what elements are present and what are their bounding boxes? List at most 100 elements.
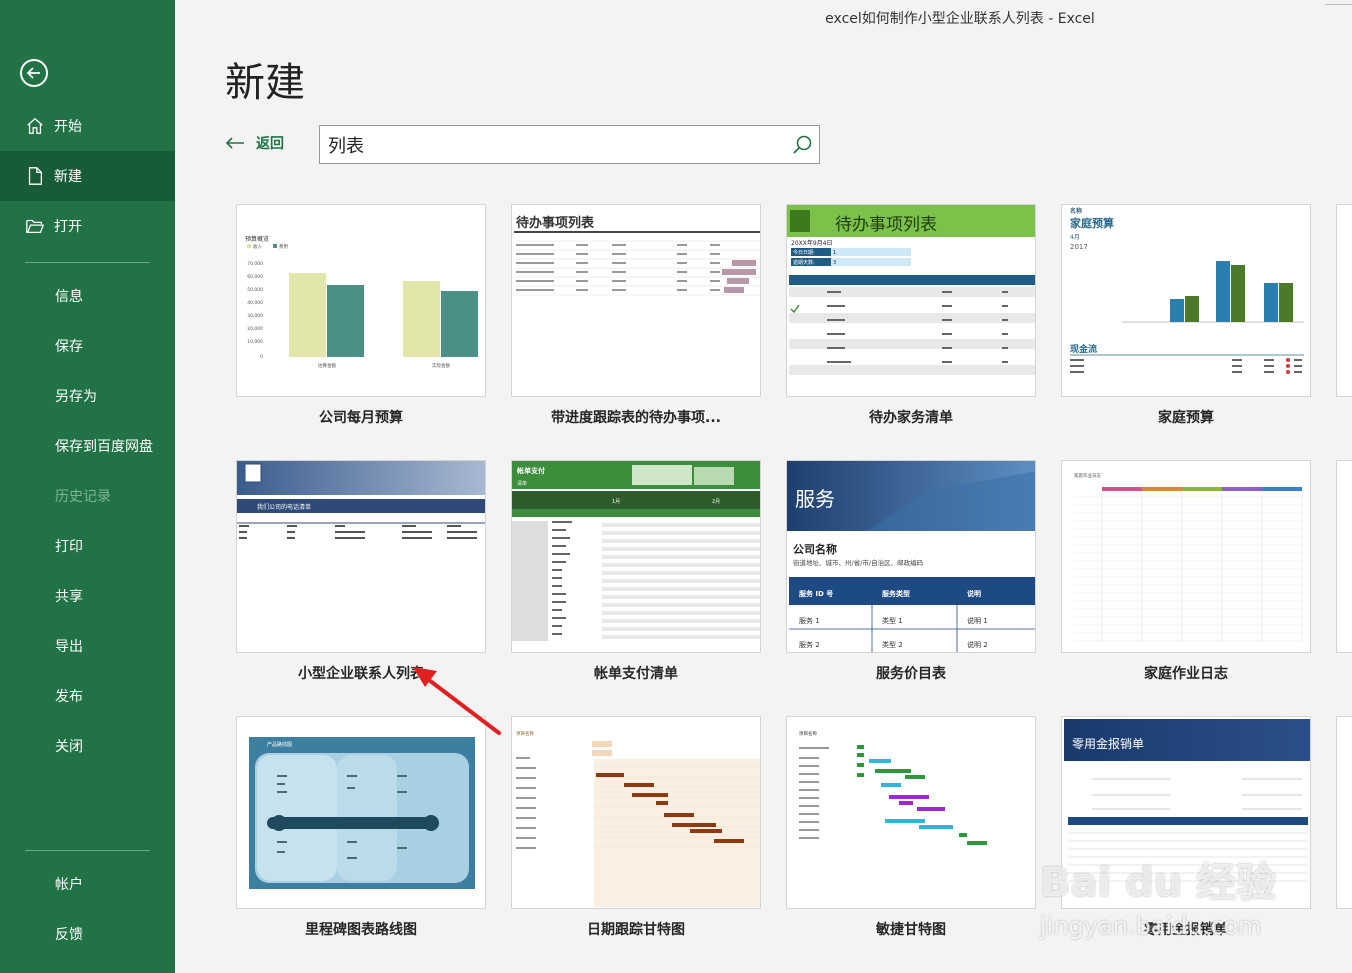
thumb-title: 待办事项列表 bbox=[515, 215, 595, 231]
nav-history: 历史记录 bbox=[0, 471, 175, 521]
nav-new[interactable]: 新建 bbox=[0, 151, 175, 201]
template-tile[interactable]: 待办事项列表 20XX年9月4日 今日日期: 逾期天数: 1 3 待办家务清单 bbox=[786, 204, 1036, 427]
nav-save-as[interactable]: 另存为 bbox=[0, 371, 175, 421]
template-name: 帐单支付清单 bbox=[594, 666, 678, 682]
template-tile[interactable]: 帐单支付 清单 1月 2月 帐单支付清单 bbox=[511, 460, 761, 683]
template-name: 服务价目表 bbox=[876, 666, 946, 682]
template-name: 里程碑图表路线图 bbox=[305, 922, 417, 938]
svg-text:10,000: 10,000 bbox=[247, 339, 263, 345]
back-arrow-icon bbox=[225, 137, 244, 149]
svg-text:1月: 1月 bbox=[612, 499, 620, 505]
nav-account-label: 帐户 bbox=[55, 877, 83, 893]
svg-text:费用: 费用 bbox=[279, 243, 288, 250]
back-arrow-circle-icon[interactable] bbox=[20, 59, 48, 87]
template-tile[interactable]: 我们公司的电话清单 小型企业联系人列表 bbox=[236, 460, 486, 683]
open-folder-icon bbox=[24, 215, 46, 237]
template-name: 敏捷甘特图 bbox=[876, 922, 946, 938]
thumb-title: 帐单支付 bbox=[517, 466, 545, 475]
nav-print[interactable]: 打印 bbox=[0, 521, 175, 571]
nav-open[interactable]: 打开 bbox=[0, 201, 175, 251]
template-tile-partial[interactable] bbox=[1336, 460, 1352, 653]
thumb-title: 项目名称 bbox=[516, 730, 534, 737]
nav-print-label: 打印 bbox=[55, 539, 83, 555]
template-name: 家庭作业日志 bbox=[1144, 666, 1228, 682]
home-icon bbox=[24, 115, 46, 137]
template-search[interactable] bbox=[319, 125, 820, 164]
nav-save[interactable]: 保存 bbox=[0, 321, 175, 371]
thumb-title: 家庭预算 bbox=[1070, 216, 1114, 230]
annotation-arrow bbox=[413, 667, 501, 735]
titlebar-divider bbox=[1325, 4, 1352, 5]
thumb-title: 零用金报销单 bbox=[1072, 736, 1144, 751]
template-thumbnail: 我们公司的电话清单 bbox=[236, 460, 486, 653]
nav-feedback-label: 反馈 bbox=[55, 927, 83, 943]
template-tile[interactable]: 家庭作业日志 家庭作业日志 bbox=[1061, 460, 1311, 683]
thumb-banner: 我们公司的电话清单 bbox=[257, 503, 311, 511]
nav-save-baidu-label: 保存到百度网盘 bbox=[55, 439, 153, 455]
nav-open-label: 打开 bbox=[54, 219, 82, 235]
template-name: 带进度跟踪表的待办事项... bbox=[551, 410, 721, 426]
nav-save-baidu[interactable]: 保存到百度网盘 bbox=[0, 421, 175, 471]
svg-text:20,000: 20,000 bbox=[247, 326, 263, 332]
svg-text:70,000: 70,000 bbox=[247, 261, 263, 267]
template-thumbnail: 名称 家庭预算 4月 2017 现金流 bbox=[1061, 204, 1311, 397]
svg-text:服务类型: 服务类型 bbox=[882, 589, 910, 598]
sidebar-divider bbox=[25, 262, 150, 263]
thumb-title: 项目名称 bbox=[799, 730, 817, 737]
nav-account[interactable]: 帐户 bbox=[0, 859, 175, 909]
template-tile-partial[interactable] bbox=[1336, 204, 1352, 397]
nav-close-label: 关闭 bbox=[55, 739, 83, 755]
svg-text:1: 1 bbox=[833, 250, 836, 256]
thumb-title: 服务 bbox=[795, 487, 835, 511]
watermark-url: jingyan.baidu.com bbox=[1040, 912, 1262, 940]
nav-share[interactable]: 共享 bbox=[0, 571, 175, 621]
back-button[interactable]: 返回 bbox=[224, 133, 284, 153]
nav-publish[interactable]: 发布 bbox=[0, 671, 175, 721]
nav-publish-label: 发布 bbox=[55, 689, 83, 705]
svg-text:公司名称: 公司名称 bbox=[793, 542, 837, 556]
template-name: 日期跟踪甘特图 bbox=[587, 922, 685, 938]
template-tile-partial[interactable] bbox=[1336, 716, 1352, 909]
backstage-sidebar: 开始 新建 打开 信息 保存 另存为 保存到百度网盘 历史记录 打印 共享 导出… bbox=[0, 0, 175, 973]
template-thumbnail: 项目名称 bbox=[511, 716, 761, 909]
svg-text:60,000: 60,000 bbox=[247, 274, 263, 280]
svg-text:服务 1: 服务 1 bbox=[799, 616, 820, 625]
page-title: 新建 bbox=[225, 60, 305, 106]
template-tile[interactable]: 服务 公司名称 街道地址、城市、州/省/市/自治区、邮政编码 服务 ID 号 服… bbox=[786, 460, 1036, 683]
svg-text:收入: 收入 bbox=[253, 243, 262, 250]
svg-text:类型 1: 类型 1 bbox=[882, 616, 903, 625]
svg-text:名称: 名称 bbox=[1070, 207, 1082, 215]
search-input[interactable] bbox=[320, 126, 780, 163]
template-name: 待办家务清单 bbox=[869, 410, 953, 426]
watermark-logo: Bai du 经验 bbox=[1040, 860, 1277, 906]
template-thumbnail: 待办事项列表 20XX年9月4日 今日日期: 逾期天数: 1 3 bbox=[786, 204, 1036, 397]
svg-text:2017: 2017 bbox=[1070, 243, 1088, 251]
svg-text:40,000: 40,000 bbox=[247, 300, 263, 306]
svg-text:类型 2: 类型 2 bbox=[882, 640, 903, 649]
svg-text:30,000: 30,000 bbox=[247, 313, 263, 319]
template-thumbnail: 服务 公司名称 街道地址、城市、州/省/市/自治区、邮政编码 服务 ID 号 服… bbox=[786, 460, 1036, 653]
template-tile[interactable]: 项目名称 敏捷甘特图 bbox=[786, 716, 1036, 939]
nav-home[interactable]: 开始 bbox=[0, 101, 175, 151]
template-tile[interactable]: 待办事项列表 带进度跟踪表的待办事项... bbox=[511, 204, 761, 427]
template-thumbnail: 待办事项列表 bbox=[511, 204, 761, 397]
template-tile[interactable]: 项目名称 日期跟踪甘特图 bbox=[511, 716, 761, 939]
template-name: 家庭预算 bbox=[1158, 410, 1214, 426]
template-tile[interactable]: 预算概览 收入 费用 70,000 60,000 50,000 40,000 3… bbox=[236, 204, 486, 427]
nav-export[interactable]: 导出 bbox=[0, 621, 175, 671]
svg-text:清单: 清单 bbox=[517, 480, 527, 487]
search-icon[interactable] bbox=[791, 134, 813, 156]
nav-close[interactable]: 关闭 bbox=[0, 721, 175, 771]
template-name: 公司每月预算 bbox=[319, 410, 403, 426]
nav-feedback[interactable]: 反馈 bbox=[0, 909, 175, 959]
nav-history-label: 历史记录 bbox=[55, 489, 111, 505]
svg-text:服务 2: 服务 2 bbox=[799, 640, 820, 649]
template-tile[interactable]: 产品路线图 里程碑图表路线图 bbox=[236, 716, 486, 939]
svg-text:2月: 2月 bbox=[712, 499, 720, 505]
thumb-title: 待办事项列表 bbox=[835, 215, 937, 235]
template-tile[interactable]: 名称 家庭预算 4月 2017 现金流 家庭预算 bbox=[1061, 204, 1311, 427]
nav-info[interactable]: 信息 bbox=[0, 271, 175, 321]
nav-home-label: 开始 bbox=[54, 119, 82, 135]
nav-save-as-label: 另存为 bbox=[55, 389, 97, 405]
svg-text:3: 3 bbox=[833, 260, 836, 266]
